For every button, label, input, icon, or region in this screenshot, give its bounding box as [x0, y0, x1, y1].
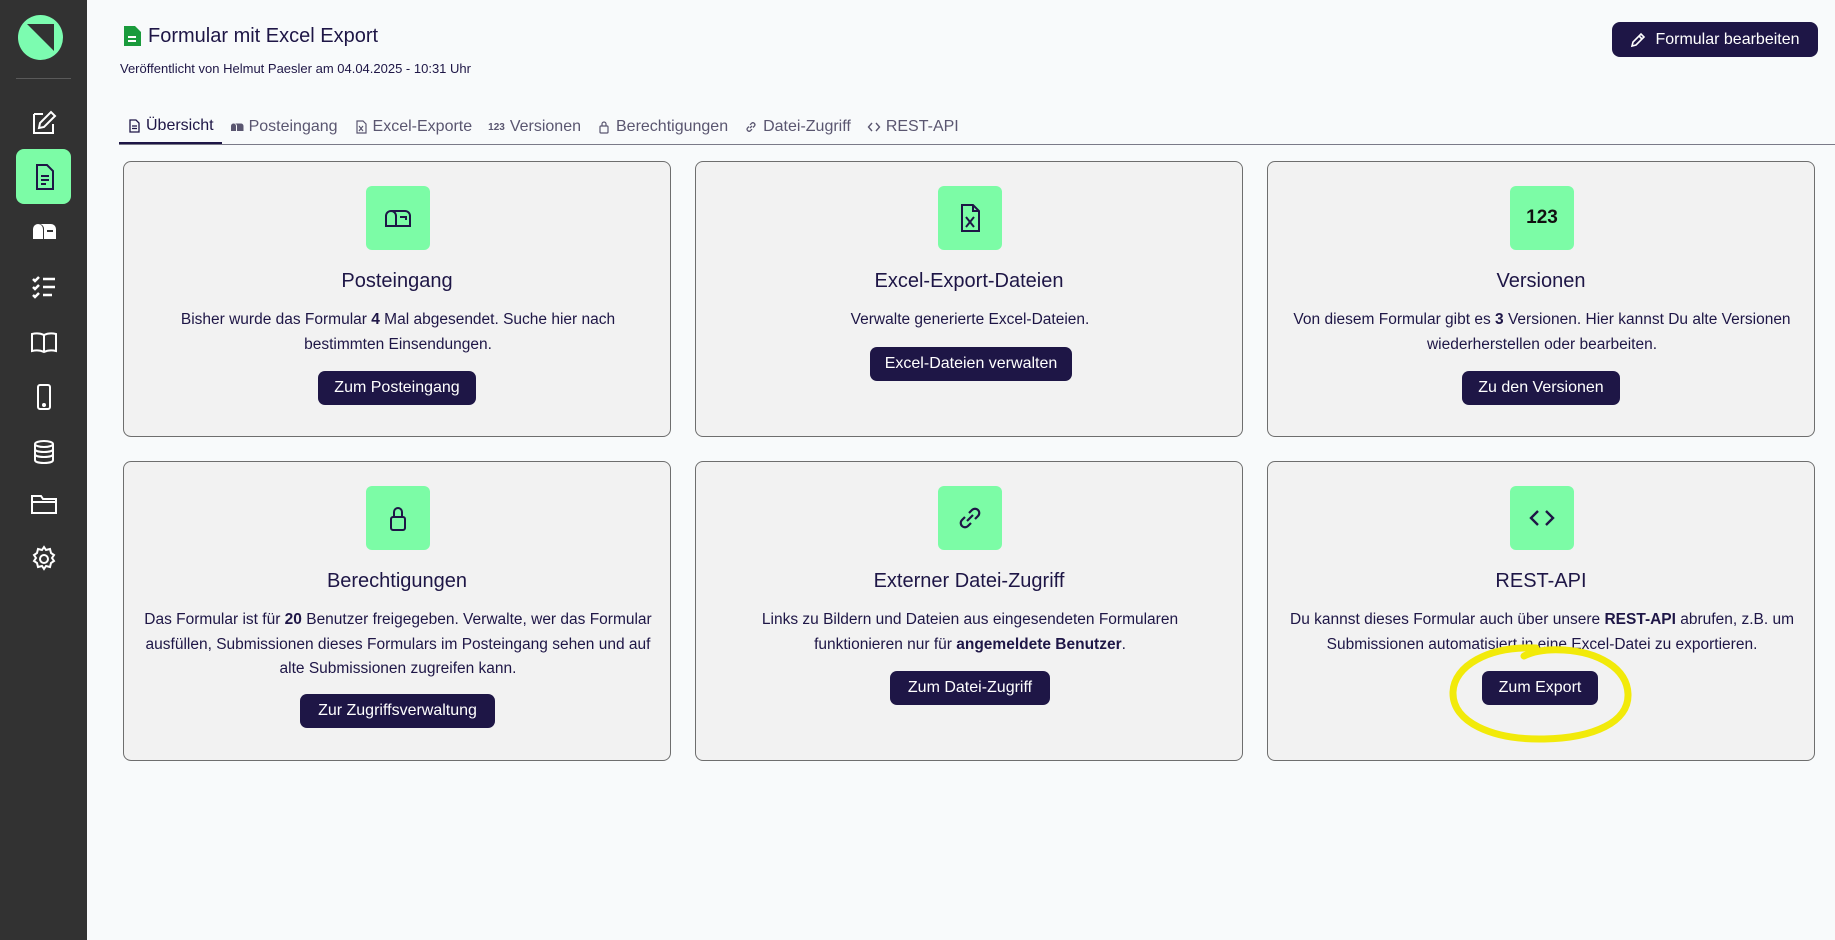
card-icon-bg	[366, 186, 430, 250]
inbox-button[interactable]: Zum Posteingang	[318, 371, 476, 405]
document-icon	[35, 163, 54, 190]
card-title: Versionen	[1496, 270, 1586, 292]
card-icon-bg	[366, 486, 430, 550]
excel-files-button[interactable]: Excel-Dateien verwalten	[870, 347, 1072, 381]
card-icon-bg: 123	[1510, 186, 1574, 250]
edit-form-button[interactable]: Formular bearbeiten	[1612, 22, 1818, 57]
tab-rest-api[interactable]: REST-API	[859, 110, 967, 144]
sidebar-item-settings[interactable]	[16, 531, 71, 586]
folder-icon	[30, 494, 57, 514]
card-description: Bisher wurde das Formular 4 Mal abgesend…	[180, 311, 616, 353]
card-rest-api: REST-API Du kannst dieses Formular auch …	[1267, 461, 1815, 761]
database-icon	[33, 439, 54, 464]
excel-file-icon	[961, 204, 980, 232]
publish-info: Veröffentlicht von Helmut Paesler am 04.…	[120, 61, 471, 76]
sidebar	[0, 0, 87, 940]
gear-icon	[32, 544, 55, 571]
mailbox-icon	[32, 223, 56, 239]
number-123-icon: 123	[1526, 207, 1558, 228]
sidebar-item-forms[interactable]	[16, 149, 71, 204]
tab-label: Datei-Zugriff	[763, 118, 851, 135]
form-document-icon	[124, 26, 141, 46]
tab-label: Übersicht	[146, 117, 214, 134]
sidebar-item-files[interactable]	[16, 476, 71, 531]
card-excel-export: Excel-Export-Dateien Verwalte generierte…	[695, 161, 1243, 437]
excel-file-icon	[355, 120, 367, 134]
sidebar-item-database[interactable]	[16, 424, 71, 479]
card-description: Verwalte generierte Excel-Dateien.	[850, 311, 1090, 328]
number-123-icon: 123	[488, 121, 505, 133]
sidebar-item-app[interactable]	[16, 369, 71, 424]
card-description: Von diesem Formular gibt es 3 Versionen.…	[1293, 311, 1791, 353]
sidebar-item-docs[interactable]	[16, 314, 71, 369]
lock-icon	[599, 121, 609, 134]
card-inbox: Posteingang Bisher wurde das Formular 4 …	[123, 161, 671, 437]
versions-button[interactable]: Zu den Versionen	[1462, 371, 1620, 405]
card-title: Externer Datei-Zugriff	[873, 570, 1065, 592]
code-icon	[867, 122, 881, 132]
card-icon-bg	[1510, 486, 1574, 550]
link-icon	[959, 507, 981, 529]
card-icon-bg	[938, 486, 1002, 550]
file-access-button[interactable]: Zum Datei-Zugriff	[890, 671, 1050, 705]
checklist-icon	[31, 275, 55, 299]
tab-label: Excel-Exporte	[372, 118, 473, 135]
card-description: Du kannst dieses Formular auch über unse…	[1290, 611, 1794, 653]
sidebar-item-tasks[interactable]	[16, 259, 71, 314]
code-icon	[1529, 510, 1555, 526]
access-management-button[interactable]: Zur Zugriffsverwaltung	[300, 694, 495, 728]
document-icon	[129, 119, 140, 133]
card-icon-bg	[938, 186, 1002, 250]
card-description: Das Formular ist für 20 Benutzer freigeg…	[144, 611, 652, 677]
tab-permissions[interactable]: Berechtigungen	[589, 110, 736, 144]
tab-file-access[interactable]: Datei-Zugriff	[736, 110, 859, 144]
tab-label: REST-API	[885, 118, 959, 135]
sidebar-item-inbox[interactable]	[16, 204, 71, 259]
tab-excel-exports[interactable]: Excel-Exporte	[346, 110, 481, 144]
card-permissions: Berechtigungen Das Formular ist für 20 B…	[123, 461, 671, 761]
card-title: REST-API	[1495, 570, 1587, 592]
card-description: Links zu Bildern und Dateien aus eingese…	[761, 611, 1179, 653]
edit-form-icon	[32, 110, 56, 134]
tab-bar: Übersicht Posteingang Excel-Exporte 123 …	[119, 110, 1835, 145]
tab-label: Versionen	[509, 118, 581, 135]
pencil-icon	[1631, 32, 1646, 47]
sidebar-item-form-editor[interactable]	[16, 95, 71, 150]
link-icon	[746, 122, 756, 132]
mailbox-icon	[385, 210, 411, 227]
tab-versions[interactable]: 123 Versionen	[480, 110, 589, 144]
tab-inbox[interactable]: Posteingang	[222, 110, 346, 144]
tab-label: Berechtigungen	[616, 118, 729, 135]
card-file-access: Externer Datei-Zugriff Links zu Bildern …	[695, 461, 1243, 761]
main-content: Formular mit Excel Export Veröffentlicht…	[87, 0, 1835, 940]
card-title: Excel-Export-Dateien	[874, 270, 1064, 292]
book-icon	[30, 331, 57, 353]
sidebar-divider	[16, 78, 71, 79]
page-title: Formular mit Excel Export	[148, 25, 379, 47]
edit-form-label: Formular bearbeiten	[1655, 30, 1800, 48]
card-title: Berechtigungen	[326, 570, 468, 592]
tab-overview[interactable]: Übersicht	[119, 110, 222, 144]
mobile-icon	[36, 383, 51, 410]
export-button[interactable]: Zum Export	[1482, 671, 1598, 705]
card-title: Posteingang	[341, 270, 453, 292]
card-versions: 123 Versionen Von diesem Formular gibt e…	[1267, 161, 1815, 437]
app-logo[interactable]	[18, 15, 63, 60]
lock-icon	[390, 507, 406, 531]
mailbox-icon	[230, 123, 244, 131]
tab-label: Posteingang	[248, 118, 338, 135]
